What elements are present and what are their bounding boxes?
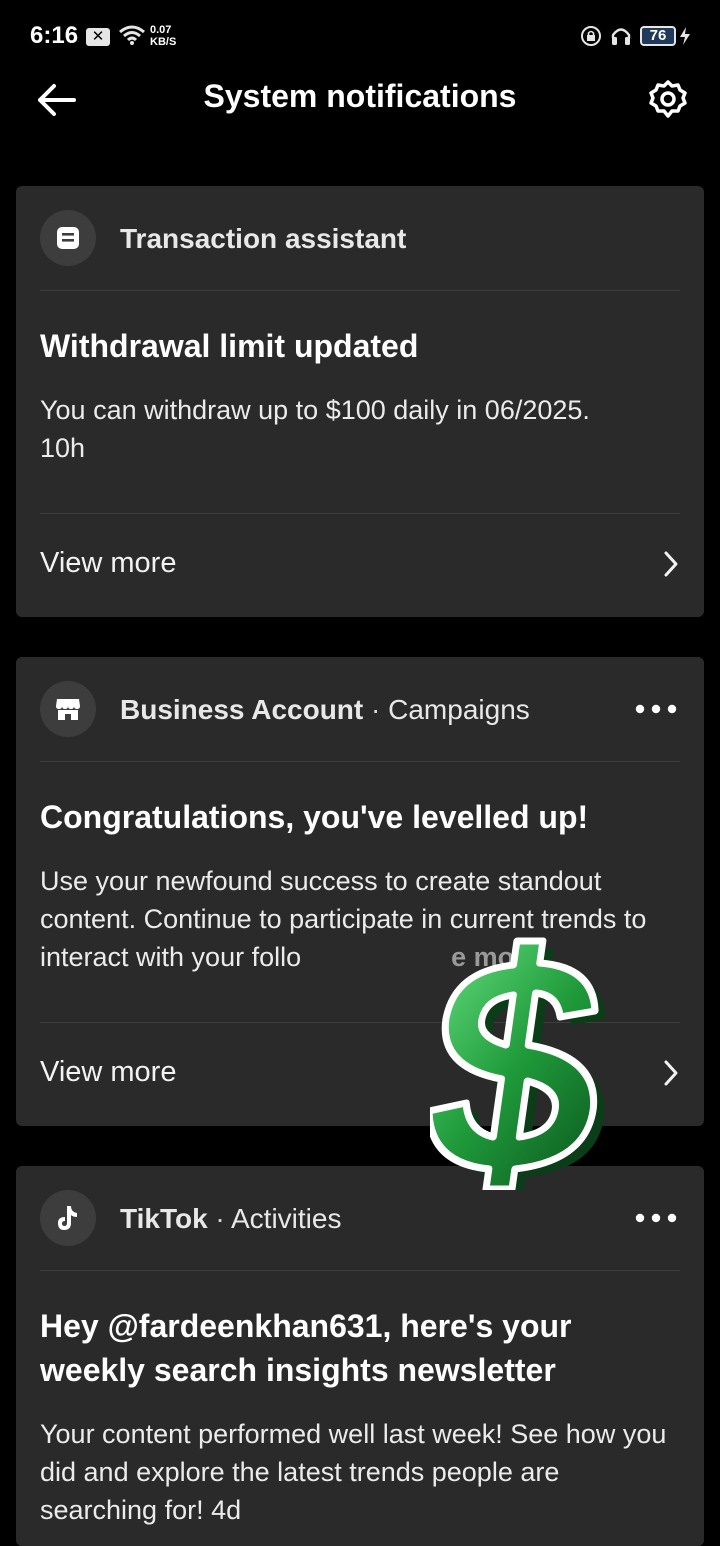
source-category: Campaigns <box>388 694 530 725</box>
divider <box>40 513 680 514</box>
dollar-sign-sticker <box>430 937 606 1190</box>
source-name: Business Account <box>120 694 364 725</box>
tiktok-avatar <box>40 1190 96 1246</box>
divider <box>40 1270 680 1271</box>
settings-button[interactable] <box>642 74 694 126</box>
divider <box>40 761 680 762</box>
card-title: Withdrawal limit updated <box>40 328 419 364</box>
source-name: TikTok <box>120 1203 208 1234</box>
card-body: Your content performed well last week! S… <box>40 1415 680 1529</box>
lock-rotation-icon <box>581 26 601 46</box>
source-separator: · <box>363 694 389 725</box>
battery-level: 76 <box>640 26 676 46</box>
more-dots-icon <box>635 1213 677 1223</box>
wifi-icon <box>119 25 145 45</box>
network-speed-value: 0.07 <box>150 24 172 36</box>
view-more-row[interactable]: View more <box>40 547 680 587</box>
wallet-icon <box>57 227 79 249</box>
chevron-right-icon <box>664 1060 678 1086</box>
view-more-label: View more <box>40 1056 177 1088</box>
source-name: Transaction assistant <box>120 223 407 254</box>
network-speed-unit: KB/S <box>150 36 177 48</box>
status-time: 6:16 <box>30 22 79 49</box>
card-header: Business Account · Campaigns <box>40 681 680 737</box>
notification-x-icon: ✕ <box>86 28 110 46</box>
card-source: TikTok · Activities <box>120 1203 341 1235</box>
notification-card[interactable]: Transaction assistant Withdrawal limit u… <box>16 186 704 617</box>
view-more-label: View more <box>40 547 177 579</box>
card-timestamp: 4d <box>211 1495 242 1525</box>
network-speed: 0.07 KB/S <box>150 24 176 48</box>
headset-icon <box>611 28 631 45</box>
card-body-text: You can withdraw up to $100 daily in 06/… <box>40 395 590 425</box>
charging-icon <box>680 27 690 45</box>
store-icon <box>56 699 80 720</box>
card-header: TikTok · Activities <box>40 1190 680 1246</box>
card-source: Transaction assistant <box>120 223 406 255</box>
page-title: System notifications <box>203 78 517 114</box>
source-separator: · <box>207 1203 231 1234</box>
gear-icon <box>649 80 687 118</box>
card-body: You can withdraw up to $100 daily in 06/… <box>40 391 680 467</box>
status-bar: 6:16 ✕ 0.07 KB/S 76 <box>0 0 720 72</box>
card-title: Congratulations, you've levelled up! <box>40 799 589 835</box>
card-timestamp: 10h <box>40 433 86 463</box>
notification-card[interactable]: TikTok · Activities Hey @fardeenkhan631,… <box>16 1166 704 1546</box>
business-account-avatar <box>40 681 96 737</box>
card-source: Business Account · Campaigns <box>120 694 530 726</box>
card-body-text: Your content performed well last week! S… <box>40 1419 667 1525</box>
more-dots-icon <box>635 704 677 714</box>
header: System notifications <box>0 72 720 128</box>
card-header: Transaction assistant <box>40 210 680 266</box>
more-options-button[interactable] <box>632 1204 680 1232</box>
chevron-right-icon <box>664 551 678 577</box>
divider <box>40 290 680 291</box>
transaction-assistant-avatar <box>40 210 96 266</box>
source-category: Activities <box>231 1203 342 1234</box>
card-title: Hey @fardeenkhan631, here's your weekly … <box>40 1308 572 1388</box>
more-options-button[interactable] <box>632 695 680 723</box>
tiktok-logo-icon <box>58 1206 77 1230</box>
